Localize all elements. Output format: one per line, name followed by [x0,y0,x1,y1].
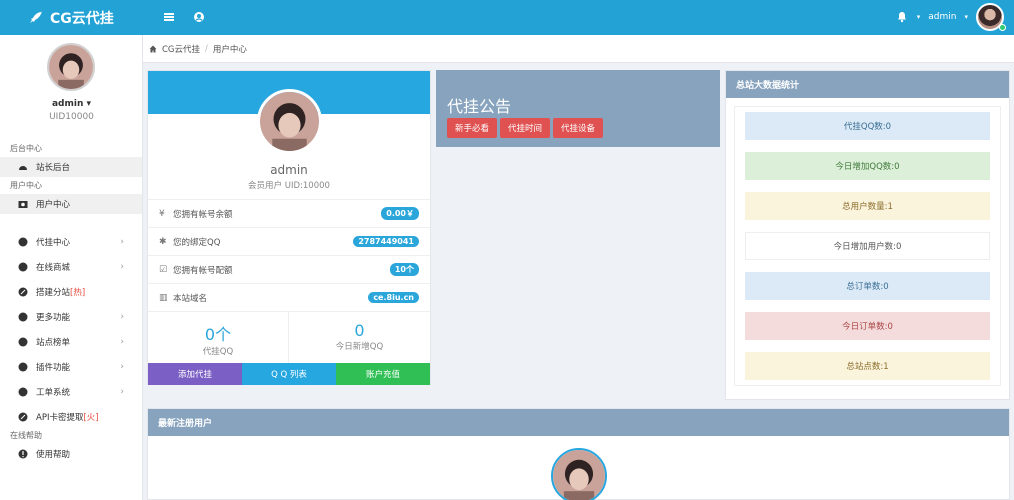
chevron-right-icon: › [120,337,124,347]
site-stats-panel: 总站大数据统计 代挂QQ数:0 今日增加QQ数:0 总用户数量:1 今日增加用户… [725,70,1010,400]
breadcrumb-current: 用户中心 [212,44,247,55]
profile-role: 会员用户 UID:10000 [248,181,330,191]
camera-icon [18,201,28,208]
breadcrumb-home[interactable]: CG云代挂 [162,43,200,55]
chevron-right-icon: › [120,237,124,247]
fire-tag: [火] [83,413,99,423]
profile-name: admin [270,163,308,177]
globe-icon [18,337,28,347]
quota-badge: 10个 [389,263,419,276]
section-title-admin: 后台中心 [10,144,42,153]
new-user-avatar[interactable] [551,448,607,500]
qq-list-button[interactable]: Q Q 列表 [242,363,336,385]
proxy-time-button[interactable]: 代挂时间 [500,118,550,138]
brand-logo[interactable]: CG云代挂 [28,8,114,28]
chevron-right-icon: › [120,387,124,397]
chevron-right-icon: › [120,312,124,322]
brand-title: CG云代挂 [50,11,114,27]
bell-dropdown-caret[interactable]: ▾ [917,13,921,21]
user-circle-icon[interactable] [193,11,205,23]
stat-total-orders: 总订单数:0 [745,272,990,300]
sidebar-item-admin[interactable]: 站长后台 [0,157,142,177]
stat-today-users: 今日增加用户数:0 [745,232,990,260]
announcement-panel: 代挂公告 新手必看 代挂时间 代挂设备 [436,70,720,147]
info-icon [18,449,28,459]
chevron-right-icon: › [120,262,124,272]
sidebar-item-api[interactable]: API卡密提取 [火] [0,407,142,427]
new-users-panel: 最新注册用户 [147,408,1010,500]
sidebar-item-plugins[interactable]: 插件功能 › [0,357,142,377]
stat-today-qq-count: 今日增加QQ数:0 [745,152,990,180]
rocket-icon [30,11,42,23]
sidebar-item-tickets[interactable]: 工单系统 › [0,382,142,402]
globe-icon [18,387,28,397]
rocket-icon [18,412,28,422]
section-title-help: 在线帮助 [10,431,42,440]
sidebar-item-ranking[interactable]: 站点榜单 › [0,332,142,352]
sidebar-item-help[interactable]: 使用帮助 [0,444,142,464]
site-stats-title: 总站大数据统计 [726,71,1009,98]
info-row-qq: ✱ 您的绑定QQ 2787449041 [148,227,430,255]
info-row-domain: ▥ 本站域名 ce.8iu.cn [148,283,430,311]
beginner-guide-button[interactable]: 新手必看 [447,118,497,138]
sidebar-uid: UID10000 [49,112,94,122]
sidebar-item-shop[interactable]: 在线商城 › [0,257,142,277]
stat-today-orders: 今日订单数:0 [745,312,990,340]
yen-icon: ¥ [159,209,165,219]
menu-toggle-icon[interactable] [163,11,175,23]
info-row-quota: ☑ 您拥有帐号配额 10个 [148,255,430,283]
breadcrumb-separator: / [205,43,208,54]
stat-total-sites: 总站点数:1 [745,352,990,380]
dashboard-icon [19,166,27,170]
chevron-right-icon: › [120,362,124,372]
stat-total-users: 总用户数量:1 [745,192,990,220]
globe-icon [18,312,28,322]
sidebar-item-build-site[interactable]: 搭建分站 [热] [0,282,142,302]
domain-badge: ce.8iu.cn [368,292,419,303]
recharge-button[interactable]: 账户充值 [336,363,430,385]
breadcrumb: CG云代挂 / 用户中心 [143,35,1014,63]
top-username[interactable]: admin [928,12,956,22]
add-proxy-button[interactable]: 添加代挂 [148,363,242,385]
bar-chart-icon: ▥ [159,293,168,303]
info-row-balance: ¥ 您拥有帐号余额 0.00￥ [148,199,430,227]
sidebar: admin ▾ UID10000 后台中心 站长后台 用户中心 用户中心 代挂中… [0,35,143,500]
sidebar-avatar[interactable] [47,43,95,91]
stat-proxy-qq: 0个 代挂QQ [148,311,289,364]
online-status-dot [999,24,1006,31]
stat-proxy-qq-count: 代挂QQ数:0 [745,112,990,140]
top-navbar: CG云代挂 ▾ admin ▾ [0,0,1014,35]
home-icon [149,45,157,52]
qq-badge: 2787449041 [353,236,419,247]
sidebar-item-more[interactable]: 更多功能 › [0,307,142,327]
sidebar-username[interactable]: admin ▾ [0,99,143,109]
hot-tag: [热] [70,288,86,298]
profile-avatar [257,89,322,154]
site-stats-list: 代挂QQ数:0 今日增加QQ数:0 总用户数量:1 今日增加用户数:0 总订单数… [734,106,1001,386]
sidebar-item-proxy-center[interactable]: 代挂中心 › [0,232,142,252]
sidebar-item-user-center[interactable]: 用户中心 [0,194,142,214]
new-users-title: 最新注册用户 [148,409,1009,436]
globe-icon [18,237,28,247]
announcement-title: 代挂公告 [447,97,512,116]
stat-new-qq-today: 0 今日新增QQ [289,311,430,364]
section-title-user: 用户中心 [10,181,42,190]
gear-icon: ✱ [159,237,167,247]
proxy-device-button[interactable]: 代挂设备 [553,118,603,138]
profile-card: admin 会员用户 UID:10000 ¥ 您拥有帐号余额 0.00￥ ✱ 您… [147,70,431,385]
check-icon: ☑ [159,265,168,275]
rocket-icon [18,287,28,297]
globe-icon [18,262,28,272]
bell-icon[interactable] [895,10,909,24]
globe-icon [18,362,28,372]
user-dropdown-caret[interactable]: ▾ [964,13,968,21]
balance-badge: 0.00￥ [381,207,419,220]
